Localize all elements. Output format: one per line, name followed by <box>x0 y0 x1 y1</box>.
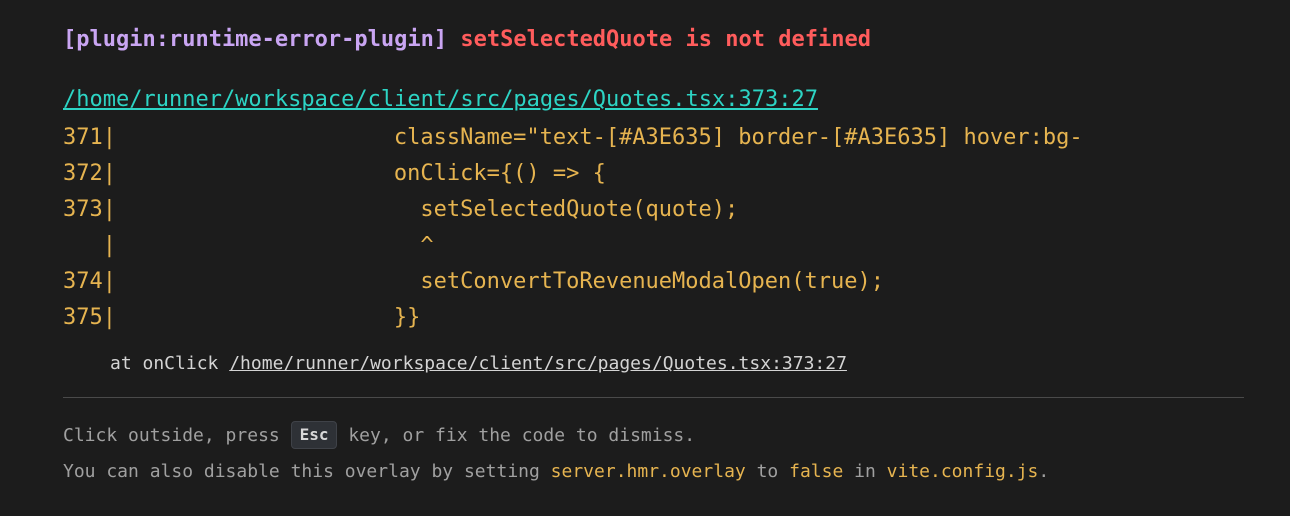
error-overlay: [plugin:runtime-error-plugin] setSelecte… <box>0 0 1290 516</box>
tip-line-1: Click outside, press Esc key, or fix the… <box>63 418 1244 454</box>
tip-text: key, or fix the code to dismiss. <box>337 425 696 446</box>
code-frame: 371| className="text-[#A3E635] border-[#… <box>63 120 1244 336</box>
line-number: 372| <box>63 161 116 186</box>
error-caret: ^ <box>129 233 434 258</box>
plugin-name: [plugin:runtime-error-plugin] <box>63 27 448 52</box>
stack-prefix: at onClick <box>110 353 230 374</box>
esc-key: Esc <box>290 421 338 449</box>
divider <box>63 397 1244 398</box>
line-code: onClick={() => { <box>129 161 606 186</box>
line-code: }} <box>129 305 421 330</box>
config-key: server.hmr.overlay <box>550 461 746 482</box>
line-code: setSelectedQuote(quote); <box>129 197 739 222</box>
line-number: 373| <box>63 197 116 222</box>
line-code: className="text-[#A3E635] border-[#A3E63… <box>129 125 1083 150</box>
false-value: false <box>789 461 844 482</box>
tip-text: You can also disable this overlay by set… <box>63 461 551 482</box>
error-caret-line: | ^ <box>63 228 1244 264</box>
code-line: 371| className="text-[#A3E635] border-[#… <box>63 120 1244 156</box>
stack-trace: at onClick /home/runner/workspace/client… <box>63 350 1244 378</box>
line-number: 371| <box>63 125 116 150</box>
error-message: setSelectedQuote is not defined <box>460 27 871 52</box>
stack-file-link[interactable]: /home/runner/workspace/client/src/pages/… <box>229 353 847 374</box>
line-code: setConvertToRevenueModalOpen(true); <box>129 269 884 294</box>
config-file: vite.config.js <box>886 461 1039 482</box>
tip-line-2: You can also disable this overlay by set… <box>63 454 1244 490</box>
tip-text: to <box>745 461 790 482</box>
tip-text: Click outside, press <box>63 425 291 446</box>
code-line: 374| setConvertToRevenueModalOpen(true); <box>63 264 1244 300</box>
tip-text: . <box>1038 461 1050 482</box>
error-file-link[interactable]: /home/runner/workspace/client/src/pages/… <box>63 84 818 116</box>
error-title: [plugin:runtime-error-plugin] setSelecte… <box>63 24 1244 56</box>
code-line: 372| onClick={() => { <box>63 156 1244 192</box>
tip-text: in <box>843 461 887 482</box>
code-line: 373| setSelectedQuote(quote); <box>63 192 1244 228</box>
line-number: 375| <box>63 305 116 330</box>
line-number: | <box>63 233 116 258</box>
code-line: 375| }} <box>63 300 1244 336</box>
line-number: 374| <box>63 269 116 294</box>
dismiss-tip: Click outside, press Esc key, or fix the… <box>63 418 1244 490</box>
